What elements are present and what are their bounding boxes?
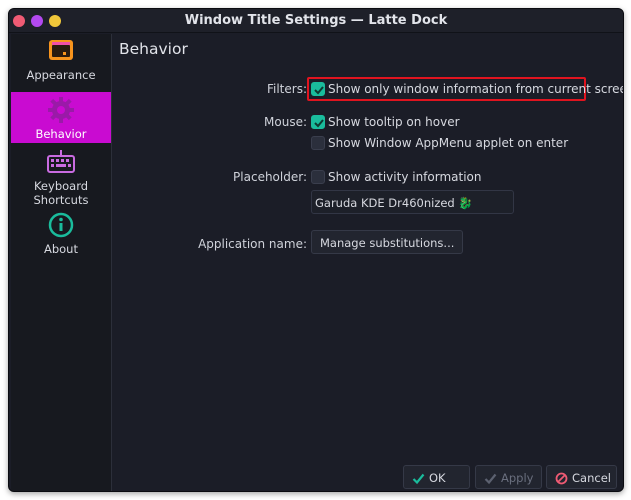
manage-substitutions-button[interactable]: Manage substitutions... — [311, 230, 464, 254]
ok-button[interactable]: OK — [403, 465, 470, 489]
sidebar-item-label: About — [43, 242, 78, 256]
tooltip-on-hover-checkbox[interactable] — [311, 115, 325, 129]
sidebar: Appearance Behavior Keyboard Shortcuts A… — [11, 34, 112, 491]
cancel-button[interactable]: Cancel — [546, 465, 617, 489]
check-icon — [412, 473, 425, 485]
sidebar-item-behavior[interactable]: Behavior — [11, 92, 111, 143]
sidebar-item-about[interactable]: About — [11, 210, 111, 258]
apply-label: Apply — [501, 471, 534, 485]
sidebar-item-label: Keyboard Shortcuts — [33, 179, 89, 207]
show-only-current-screen-label[interactable]: Show only window information from curren… — [328, 82, 623, 96]
behavior-gear-icon — [46, 95, 76, 125]
keyboard-icon — [46, 147, 76, 177]
sidebar-item-appearance[interactable]: Appearance — [11, 36, 111, 90]
activity-info-label[interactable]: Show activity information — [328, 170, 482, 184]
ok-label: OK — [429, 471, 446, 485]
sidebar-item-label: Appearance — [26, 68, 96, 82]
checkmark-icon — [314, 86, 324, 95]
mouse-label: Mouse: — [264, 115, 307, 129]
page-title: Behavior — [119, 40, 188, 58]
appmenu-on-enter-checkbox[interactable] — [311, 136, 325, 150]
window-title: Window Title Settings — Latte Dock — [184, 13, 448, 28]
main-content: Behavior Filters: Show only window infor… — [113, 34, 623, 491]
title-bar: Window Title Settings — Latte Dock — [9, 9, 623, 33]
cancel-label: Cancel — [572, 471, 611, 485]
tooltip-on-hover-label[interactable]: Show tooltip on hover — [328, 115, 460, 129]
activity-info-checkbox[interactable] — [311, 170, 325, 184]
placeholder-label: Placeholder: — [233, 170, 307, 184]
checkmark-icon — [314, 119, 324, 128]
appmenu-on-enter-label[interactable]: Show Window AppMenu applet on enter — [328, 136, 568, 150]
sidebar-item-keyboard-shortcuts[interactable]: Keyboard Shortcuts — [11, 147, 111, 209]
application-name-label: Application name: — [198, 237, 307, 251]
show-only-current-screen-checkbox[interactable] — [311, 82, 325, 96]
placeholder-text-field[interactable]: Garuda KDE Dr460nized 🐉 — [311, 190, 514, 214]
sidebar-item-label: Behavior — [35, 127, 87, 141]
cancel-icon — [555, 472, 568, 485]
check-icon — [484, 473, 497, 485]
apply-button[interactable]: Apply — [475, 465, 542, 489]
info-icon — [46, 210, 76, 240]
appearance-icon — [46, 36, 76, 66]
settings-window: Window Title Settings — Latte Dock Appea… — [8, 8, 624, 492]
filters-label: Filters: — [266, 82, 307, 96]
